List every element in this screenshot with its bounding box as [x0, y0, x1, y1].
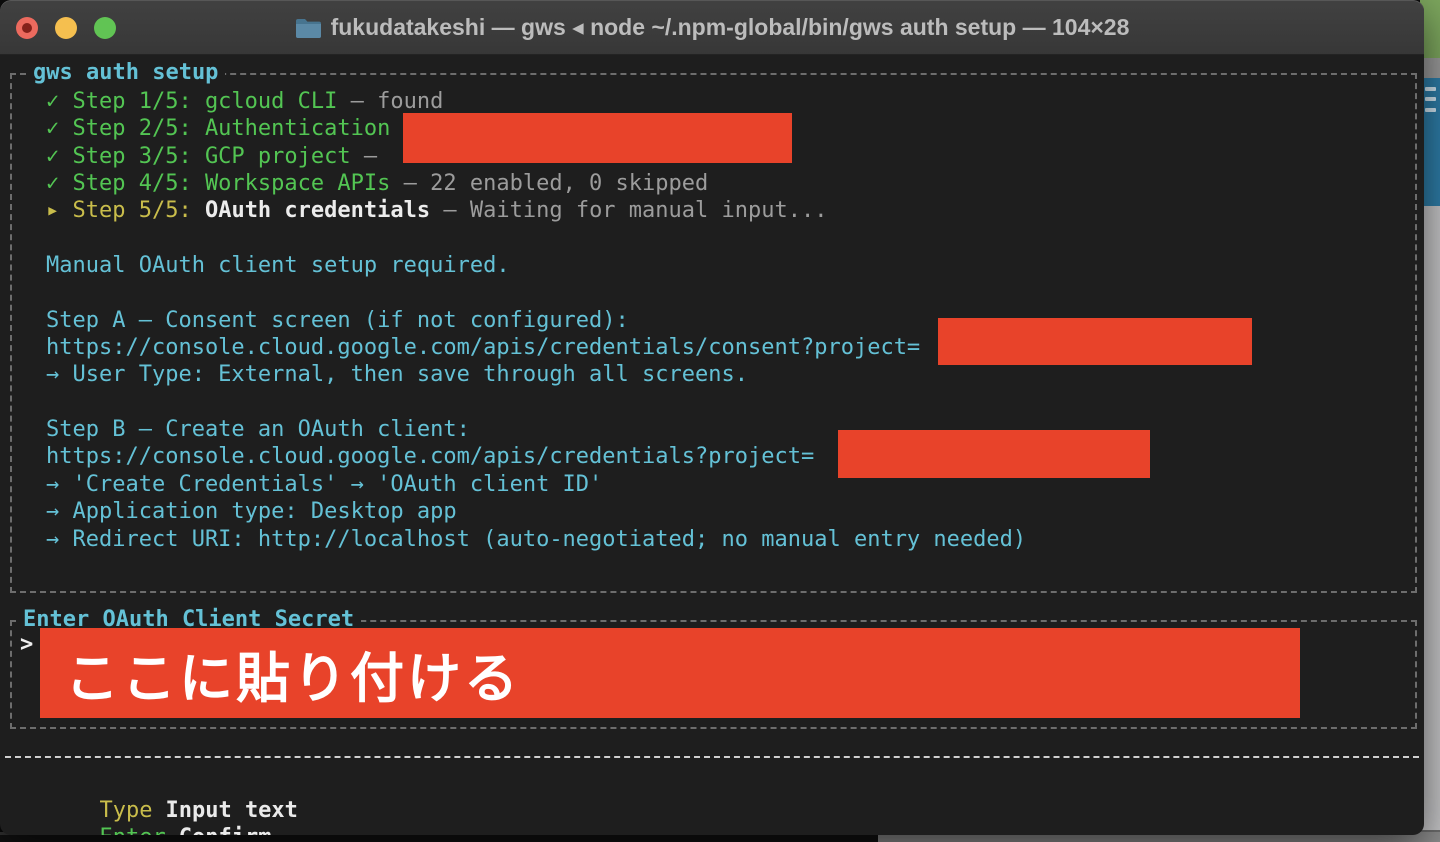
desktop-screen: fukudatakeshi — gws ◂ node ~/.npm-global…: [0, 0, 1440, 842]
terminal-line: → Redirect URI: http://localhost (auto-n…: [46, 526, 1027, 552]
input-prompt: >: [20, 632, 34, 657]
window-title: fukudatakeshi — gws ◂ node ~/.npm-global…: [330, 14, 1130, 40]
terminal-line: ▸ Step 5/5: OAuth credentials — Waiting …: [46, 198, 828, 224]
folder-icon: [295, 17, 322, 39]
redaction-project-id-consent: [938, 318, 1252, 365]
hint-enter: EnterConfirm: [99, 825, 271, 835]
setup-panel-title: gws auth setup: [26, 60, 226, 86]
terminal-line: ✓ Step 1/5: gcloud CLI — found: [46, 89, 444, 114]
redaction-auth-account: [403, 113, 792, 163]
footer-hints: TypeInput text EnterConfirm EscCancel: [20, 770, 345, 835]
terminal-line: Manual OAuth client setup required.: [46, 253, 510, 279]
minimize-button[interactable]: [55, 16, 77, 39]
terminal-line: → Application type: Desktop app: [46, 499, 457, 525]
terminal-line: → User Type: External, then save through…: [46, 362, 748, 388]
terminal-line: Step A — Consent screen (if not configur…: [46, 307, 629, 333]
window-titlebar[interactable]: fukudatakeshi — gws ◂ node ~/.npm-global…: [0, 0, 1424, 55]
window-title-group: fukudatakeshi — gws ◂ node ~/.npm-global…: [295, 14, 1130, 41]
redaction-project-id-credentials: [838, 430, 1150, 478]
background-glyph: [1425, 87, 1436, 91]
hint-type: Type Input text: [99, 798, 298, 823]
paste-here-note: ここに貼り付ける: [65, 646, 521, 710]
redaction-client-secret-input: ここに貼り付ける: [40, 628, 1300, 718]
footer-separator: [5, 756, 1419, 758]
terminal-line: https://console.cloud.google.com/apis/cr…: [46, 335, 921, 361]
close-button[interactable]: [16, 16, 38, 39]
zoom-button[interactable]: [94, 16, 116, 39]
traffic-lights: [16, 0, 116, 55]
terminal-line: ✓ Step 4/5: Workspace APIs — 22 enabled,…: [46, 171, 709, 197]
background-glyph: [1425, 108, 1436, 112]
terminal-window: fukudatakeshi — gws ◂ node ~/.npm-global…: [0, 0, 1424, 835]
background-glyph: [1425, 97, 1436, 101]
